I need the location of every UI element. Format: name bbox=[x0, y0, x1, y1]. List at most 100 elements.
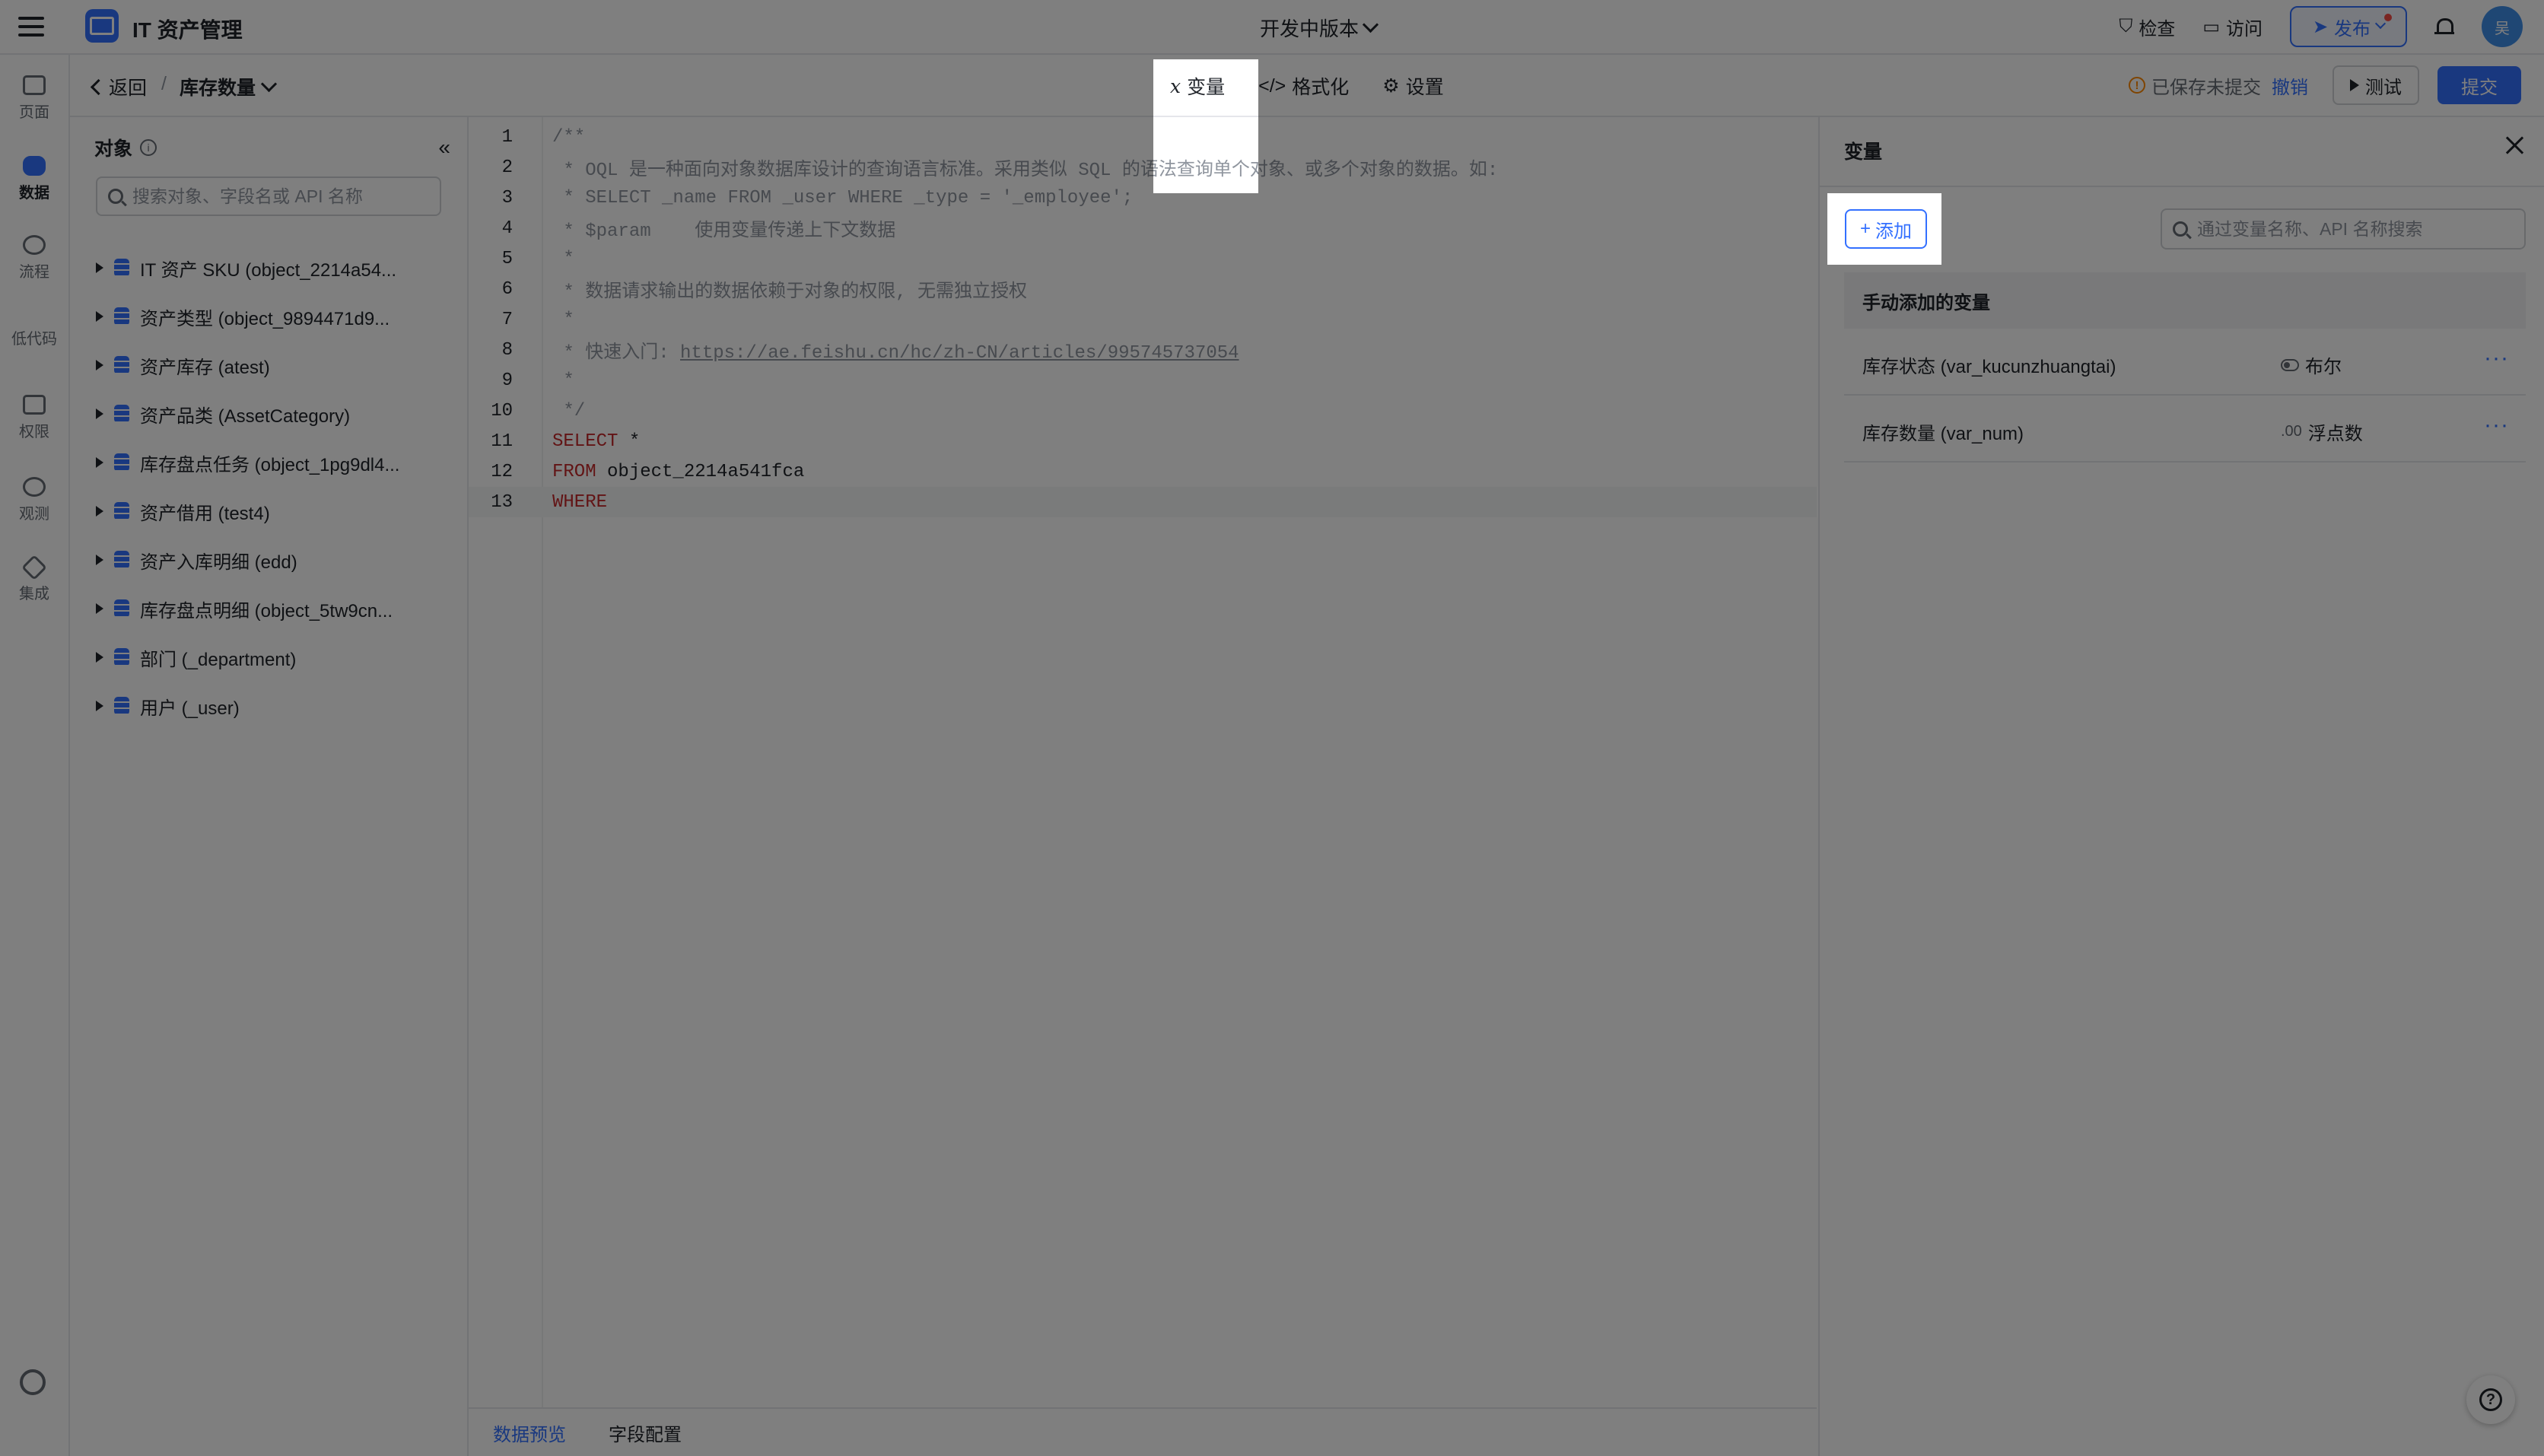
tree-item[interactable]: 资产借用 (test4) bbox=[70, 487, 467, 536]
caret-right-icon[interactable] bbox=[96, 555, 103, 565]
undo-link[interactable]: 撤销 bbox=[2272, 72, 2308, 99]
visit-button[interactable]: ▭ 访问 bbox=[2202, 14, 2263, 40]
object-search[interactable] bbox=[96, 176, 441, 216]
visit-label: 访问 bbox=[2226, 18, 2263, 40]
object-search-input[interactable] bbox=[131, 185, 423, 208]
submit-button[interactable]: 提交 bbox=[2437, 66, 2521, 104]
database-icon bbox=[114, 697, 129, 715]
tab-data-preview[interactable]: 数据预览 bbox=[493, 1419, 566, 1446]
code-line[interactable]: 3 * SELECT _name FROM _user WHERE _type … bbox=[469, 183, 1817, 213]
caret-right-icon[interactable] bbox=[96, 506, 103, 517]
code-line[interactable]: 9 * bbox=[469, 365, 1817, 396]
help-button[interactable]: ? bbox=[2466, 1375, 2515, 1424]
code-line[interactable]: 7 * bbox=[469, 304, 1817, 335]
caret-right-icon[interactable] bbox=[96, 457, 103, 468]
rail-item-integration[interactable]: 集成 bbox=[0, 546, 68, 615]
save-status-label: 已保存未提交 bbox=[2151, 77, 2261, 98]
tab-variables[interactable]: 𝑥 变量 bbox=[1153, 59, 1242, 113]
code-text: * $param 使用变量传递上下文数据 bbox=[552, 221, 896, 242]
divider bbox=[1820, 186, 2544, 187]
code-line[interactable]: 8 * 快速入门: https://ae.feishu.cn/hc/zh-CN/… bbox=[469, 335, 1817, 365]
code-text: FROM object_2214a541fca bbox=[552, 462, 804, 482]
tree-item[interactable]: IT 资产 SKU (object_2214a54... bbox=[70, 243, 467, 292]
collapse-panel-icon[interactable]: « bbox=[438, 135, 450, 160]
code-line[interactable]: 13 WHERE bbox=[469, 487, 1817, 517]
variable-name: 库存数量 (var_num) bbox=[1862, 424, 2024, 444]
rail-item-pages[interactable]: 页面 bbox=[0, 64, 68, 132]
sql-keyword: WHERE bbox=[552, 491, 608, 513]
caret-right-icon[interactable] bbox=[96, 262, 103, 273]
line-number: 2 bbox=[501, 157, 513, 178]
tree-item[interactable]: 资产入库明细 (edd) bbox=[70, 536, 467, 584]
rail-item-flow[interactable]: 流程 bbox=[0, 224, 68, 292]
caret-right-icon[interactable] bbox=[96, 409, 103, 419]
back-label: 返回 bbox=[109, 78, 148, 99]
database-icon bbox=[114, 502, 129, 520]
caret-right-icon[interactable] bbox=[96, 311, 103, 322]
test-button[interactable]: 测试 bbox=[2333, 65, 2419, 105]
breadcrumb-current[interactable]: 库存数量 bbox=[180, 73, 278, 100]
gear-icon[interactable] bbox=[20, 1369, 46, 1395]
version-dropdown[interactable]: 开发中版本 bbox=[1260, 14, 1379, 42]
info-icon[interactable]: i bbox=[140, 139, 157, 156]
rail-label: 低代码 bbox=[11, 330, 57, 348]
close-icon[interactable] bbox=[2503, 134, 2526, 157]
play-icon bbox=[2350, 79, 2359, 91]
code-line[interactable]: 1 /** bbox=[469, 122, 1817, 152]
tree-item-label: 资产借用 (test4) bbox=[140, 503, 270, 524]
rail-item-observe[interactable]: 观测 bbox=[0, 466, 68, 534]
rail-item-data[interactable]: 数据 bbox=[0, 145, 68, 213]
back-button[interactable]: 返回 bbox=[90, 73, 148, 100]
check-label: 检查 bbox=[2139, 18, 2176, 40]
variable-row[interactable]: 库存状态 (var_kucunzhuangtai) 布尔 ··· bbox=[1844, 329, 2526, 396]
line-number: 6 bbox=[501, 278, 513, 300]
rail-item-permission[interactable]: 权限 bbox=[0, 383, 68, 452]
variable-search[interactable] bbox=[2161, 208, 2526, 250]
tree-item[interactable]: 资产品类 (AssetCategory) bbox=[70, 389, 467, 438]
publish-button[interactable]: ➤ 发布 bbox=[2290, 6, 2407, 47]
tree-item[interactable]: 库存盘点任务 (object_1pg9dl4... bbox=[70, 438, 467, 487]
tab-format[interactable]: </> 格式化 bbox=[1242, 59, 1366, 113]
caret-right-icon[interactable] bbox=[96, 652, 103, 663]
tree-item[interactable]: 资产库存 (atest) bbox=[70, 341, 467, 389]
object-panel-title: 对象 i bbox=[94, 134, 157, 161]
top-actions: ⛉ 检查 ▭ 访问 ➤ 发布 吴 bbox=[2119, 6, 2523, 47]
menu-icon[interactable] bbox=[18, 14, 44, 40]
tab-field-config[interactable]: 字段配置 bbox=[609, 1419, 682, 1446]
line-number: 12 bbox=[491, 461, 513, 482]
code-line[interactable]: 4 * $param 使用变量传递上下文数据 bbox=[469, 213, 1817, 243]
code-line[interactable]: 6 * 数据请求输出的数据依赖于对象的权限, 无需独立授权 bbox=[469, 274, 1817, 304]
code-line[interactable]: 12 FROM object_2214a541fca bbox=[469, 456, 1817, 487]
avatar[interactable]: 吴 bbox=[2482, 6, 2523, 47]
caret-right-icon[interactable] bbox=[96, 701, 103, 711]
code-line[interactable]: 11 SELECT * bbox=[469, 426, 1817, 456]
variable-type: .00 浮点数 bbox=[2281, 418, 2363, 445]
tree-item[interactable]: 部门 (_department) bbox=[70, 633, 467, 682]
more-icon[interactable]: ··· bbox=[2484, 345, 2509, 371]
more-icon[interactable]: ··· bbox=[2484, 412, 2509, 438]
code-text: * 快速入门: https://ae.feishu.cn/hc/zh-CN/ar… bbox=[552, 343, 1239, 364]
add-variable-button[interactable]: + 添加 bbox=[1845, 209, 1927, 249]
code-line[interactable]: 10 */ bbox=[469, 396, 1817, 426]
tab-label: 格式化 bbox=[1292, 77, 1350, 98]
caret-right-icon[interactable] bbox=[96, 603, 103, 614]
docs-link[interactable]: https://ae.feishu.cn/hc/zh-CN/articles/9… bbox=[680, 343, 1239, 364]
tab-settings[interactable]: ⚙ 设置 bbox=[1366, 59, 1460, 113]
code-editor[interactable]: 1 /** 2 * OQL 是一种面向对象数据库设计的查询语言标准。采用类似 SQL… bbox=[469, 117, 1817, 1407]
tree-item[interactable]: 用户 (_user) bbox=[70, 682, 467, 730]
variable-row[interactable]: 库存数量 (var_num) .00 浮点数 ··· bbox=[1844, 396, 2526, 463]
rail-label: 观测 bbox=[19, 505, 49, 523]
tree-item[interactable]: 资产类型 (object_9894471d9... bbox=[70, 292, 467, 341]
code-line[interactable]: 2 * OQL 是一种面向对象数据库设计的查询语言标准。采用类似 SQL 的语法… bbox=[469, 152, 1817, 183]
gear-icon: ⚙ bbox=[1382, 75, 1400, 97]
bell-icon[interactable] bbox=[2434, 17, 2454, 37]
line-number: 3 bbox=[501, 187, 513, 208]
code-line[interactable]: 5 * bbox=[469, 243, 1817, 274]
breadcrumb-separator: / bbox=[161, 73, 167, 94]
tree-item[interactable]: 库存盘点明细 (object_5tw9cn... bbox=[70, 584, 467, 633]
caret-right-icon[interactable] bbox=[96, 360, 103, 370]
app-logo-icon bbox=[85, 9, 119, 43]
check-button[interactable]: ⛉ 检查 bbox=[2119, 14, 2175, 40]
variable-search-input[interactable] bbox=[2196, 218, 2503, 240]
rail-item-lowcode[interactable]: </> 低代码 bbox=[0, 303, 108, 371]
